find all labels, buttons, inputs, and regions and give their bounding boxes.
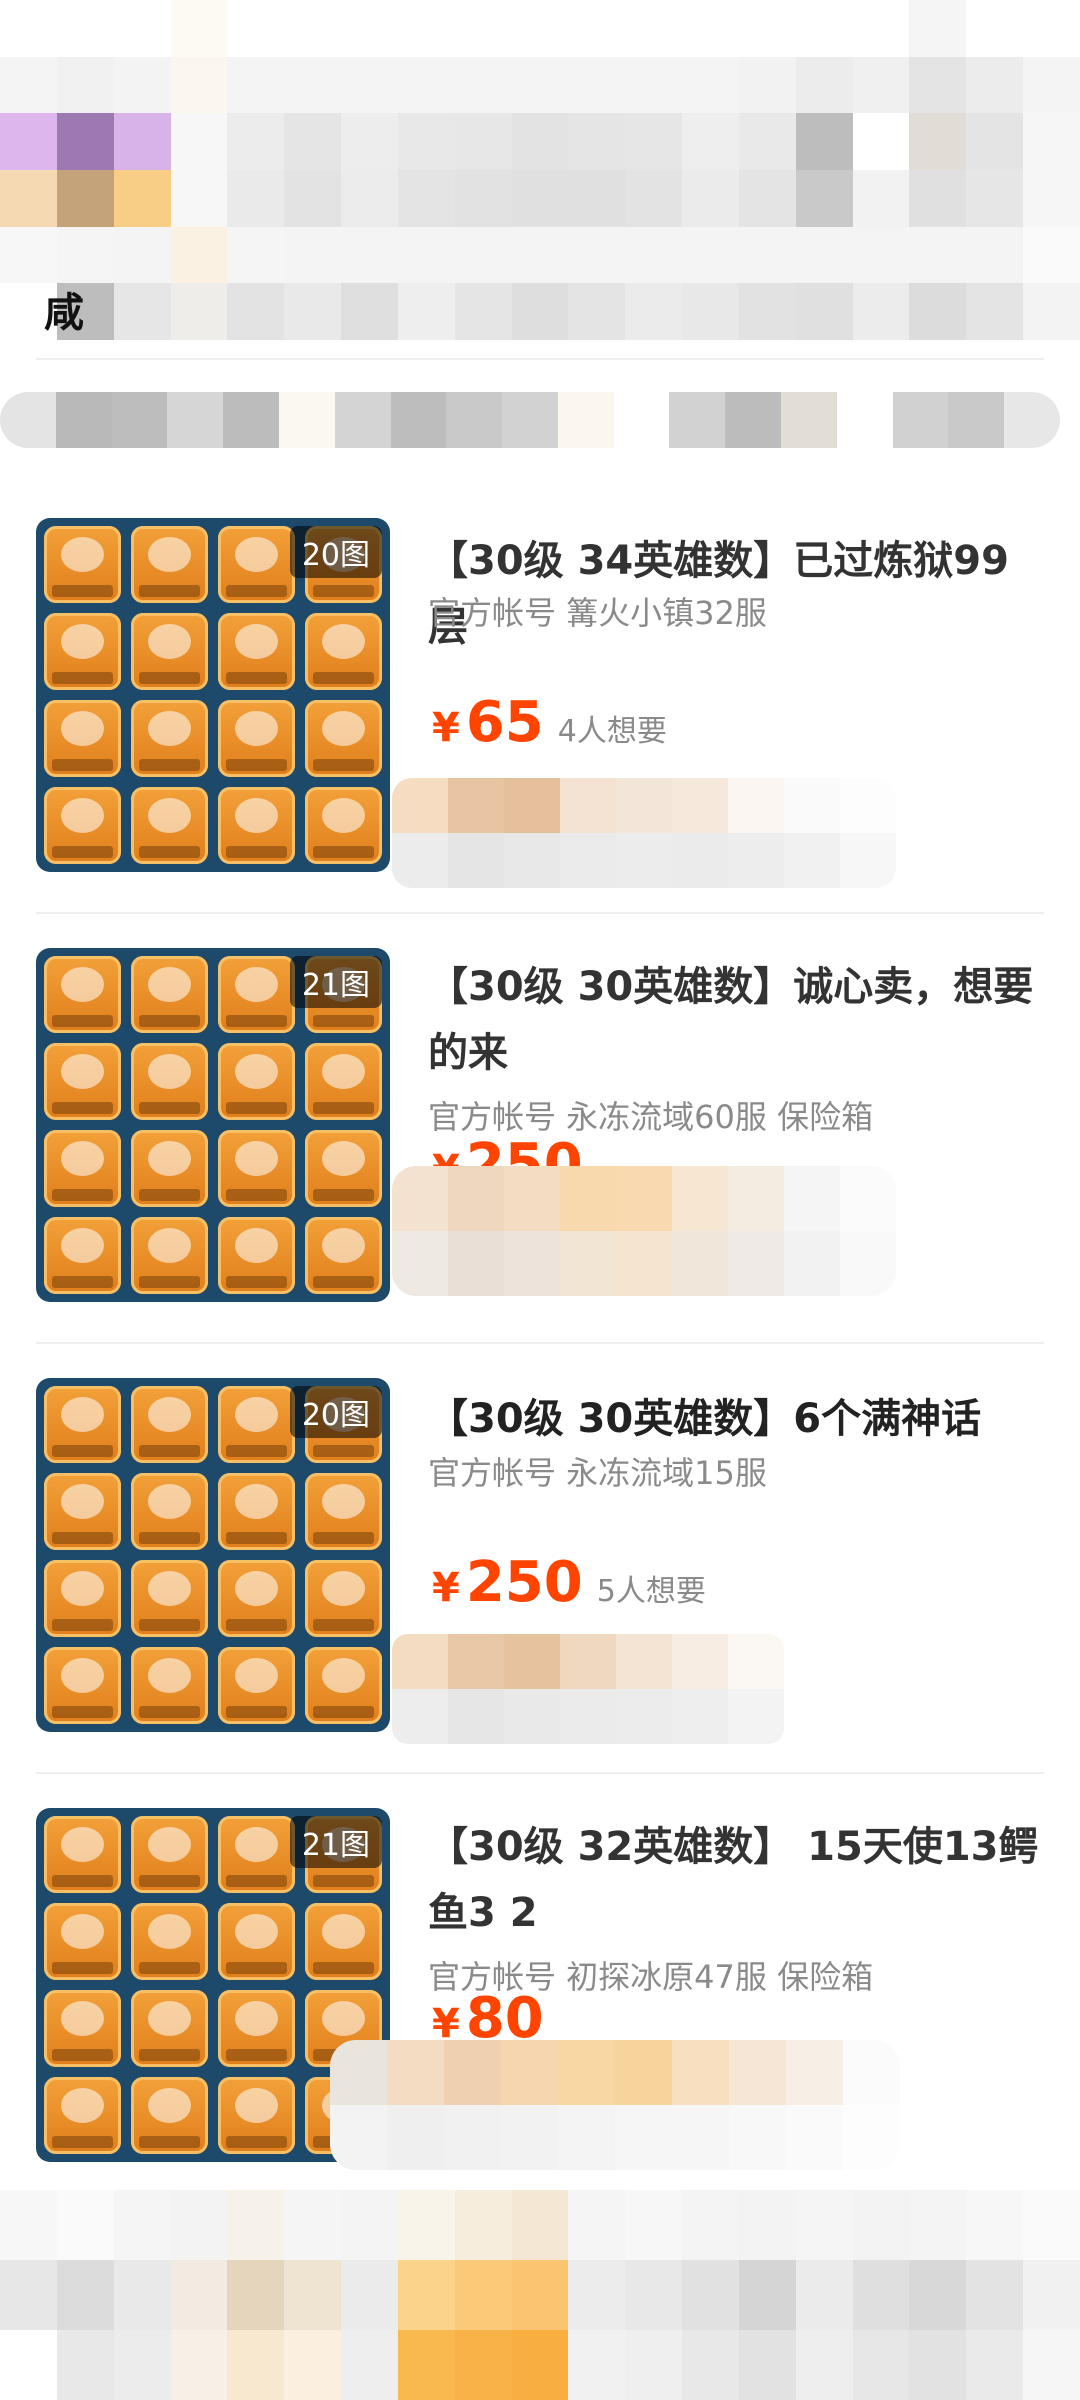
image-count-badge: 20图 xyxy=(289,526,382,578)
listing-meta: 官方帐号 篝火小镇32服 xyxy=(428,594,767,632)
pixelated-tag-row xyxy=(392,1166,896,1296)
listing-item[interactable]: 21图 【30级 32英雄数】 15天使13鳄鱼3 2 官方帐号 初探冰原47服… xyxy=(0,1808,1080,2178)
divider xyxy=(36,358,1044,360)
listing-item[interactable]: 20图 【30级 30英雄数】6个满神话 官方帐号 永冻流域15服 ¥250 5人… xyxy=(0,1378,1080,1748)
listing-thumbnail: 20图 xyxy=(36,1378,390,1732)
divider xyxy=(36,912,1044,914)
pixelated-tag-row xyxy=(392,1634,784,1744)
listing-meta: 官方帐号 永冻流域15服 xyxy=(428,1454,767,1492)
pixelated-bottom-region xyxy=(0,2190,1080,2400)
listing-price: ¥65 4人想要 xyxy=(432,690,667,755)
pixelated-header-region xyxy=(0,0,1080,340)
price-currency: ¥ xyxy=(432,705,460,751)
listing-title[interactable]: 【30级 32英雄数】 15天使13鳄鱼3 2 xyxy=(428,1814,1048,1946)
want-count: 4人想要 xyxy=(557,714,667,749)
want-count: 5人想要 xyxy=(596,1574,706,1609)
pixelated-tag-row xyxy=(392,778,896,888)
listing-item[interactable]: 21图 【30级 30英雄数】诚心卖，想要的来 官方帐号 永冻流域60服 保险箱… xyxy=(0,948,1080,1318)
header-partial-text: 咸 xyxy=(44,290,84,336)
pixelated-tag-row xyxy=(330,2040,900,2170)
listing-title[interactable]: 【30级 30英雄数】诚心卖，想要的来 xyxy=(428,954,1048,1086)
listing-thumbnail: 20图 xyxy=(36,518,390,872)
divider xyxy=(36,1772,1044,1774)
listing-title[interactable]: 【30级 30英雄数】6个满神话 xyxy=(428,1386,1048,1452)
price-currency: ¥ xyxy=(432,1565,460,1611)
pixelated-filter-strip xyxy=(0,392,1060,448)
image-count-badge: 20图 xyxy=(289,1386,382,1438)
divider xyxy=(36,1342,1044,1344)
price-value: 250 xyxy=(465,1550,583,1615)
listing-thumbnail: 21图 xyxy=(36,948,390,1302)
price-value: 65 xyxy=(465,690,544,755)
image-count-badge: 21图 xyxy=(289,1816,382,1868)
image-count-badge: 21图 xyxy=(289,956,382,1008)
listing-item[interactable]: 20图 【30级 34英雄数】已过炼狱99层 官方帐号 篝火小镇32服 ¥65 4… xyxy=(0,518,1080,888)
listing-price: ¥250 5人想要 xyxy=(432,1550,706,1615)
